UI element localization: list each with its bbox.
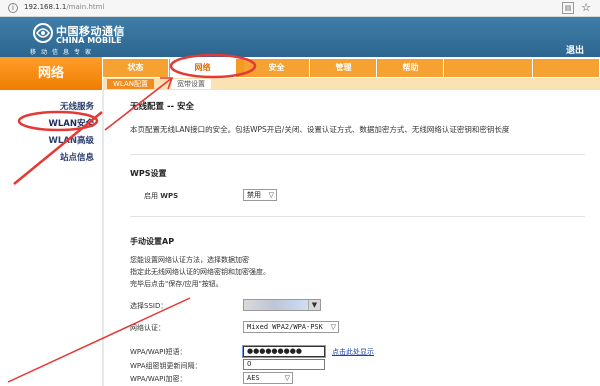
- main-tabs: 状态 网络 安全 管理 帮助: [103, 59, 600, 77]
- chevron-down-icon: ▼: [308, 300, 320, 310]
- chevron-down-icon: ▽: [268, 191, 274, 199]
- encryption-select[interactable]: AES ▽: [243, 372, 293, 384]
- url-host: 192.168.1.1: [24, 3, 67, 11]
- tab-status[interactable]: 状态: [103, 59, 169, 77]
- manual-ap-instruction-1: 您能设置网络认证方法，选择数据加密: [130, 256, 249, 264]
- wps-enable-value: 禁用: [247, 191, 261, 199]
- main-content: 无线配置 -- 安全 本页配置无线LAN接口的安全。包括WPS开启/关闭、设置认…: [110, 90, 600, 386]
- info-icon[interactable]: i: [8, 3, 18, 13]
- psk-password-input[interactable]: ●●●●●●●●●: [242, 345, 326, 358]
- manual-ap-instruction-2: 指定此无线网络认证的网络密钥和加密强度。: [130, 268, 270, 276]
- wps-enable-select[interactable]: 禁用 ▽: [243, 189, 277, 201]
- tab-spacer: [445, 59, 533, 77]
- section-title: 网络: [0, 57, 102, 90]
- auth-label: 网络认证：: [130, 324, 165, 332]
- divider: [130, 154, 585, 155]
- wps-enable-label: 启用 WPS: [144, 192, 179, 200]
- tab-help[interactable]: 帮助: [378, 59, 444, 77]
- brand-name-en: CHINA MOBILE: [56, 36, 122, 45]
- url-path: /main.html: [66, 3, 105, 11]
- tab-network[interactable]: 网络: [170, 59, 236, 77]
- divider: [130, 216, 585, 217]
- brand-slogan: 移动信息专家: [30, 49, 97, 56]
- browser-address-bar[interactable]: i 192.168.1.1/main.html ▤ ☆: [0, 0, 600, 17]
- sub-tabs: WLAN配置 宽带设置: [103, 78, 600, 90]
- ssid-select[interactable]: ▼: [243, 299, 321, 311]
- subtab-broadband[interactable]: 宽带设置: [171, 79, 211, 89]
- logout-link[interactable]: 退出: [566, 43, 584, 56]
- psk-label: WPA/WAPI短语：: [130, 348, 187, 356]
- auth-value: Mixed WPA2/WPA-PSK: [247, 323, 323, 331]
- sidebar-item-wlan-advanced[interactable]: WLAN高级: [49, 134, 94, 146]
- encryption-label: WPA/WAPI加密：: [130, 375, 187, 383]
- sidebar-item-wireless-service[interactable]: 无线服务: [60, 100, 94, 112]
- sidebar: 无线服务 WLAN安全 WLAN高级 站点信息: [0, 90, 104, 386]
- manual-ap-heading: 手动设置AP: [130, 237, 175, 246]
- rekey-interval-label: WPA组密钥更新间隔：: [130, 362, 202, 370]
- chevron-down-icon: ▽: [284, 374, 290, 382]
- rekey-interval-input[interactable]: 0: [243, 359, 325, 370]
- url-text[interactable]: 192.168.1.1/main.html: [24, 3, 104, 11]
- tab-management[interactable]: 管理: [311, 59, 377, 77]
- sidebar-item-station-info[interactable]: 站点信息: [60, 151, 94, 163]
- sidebar-item-wlan-security[interactable]: WLAN安全: [49, 117, 94, 129]
- star-icon[interactable]: ☆: [581, 1, 591, 15]
- page-title: 无线配置 -- 安全: [130, 102, 194, 112]
- top-navigation: 网络 状态 网络 安全 管理 帮助 WLAN配置 宽带设置: [0, 57, 600, 90]
- show-password-link[interactable]: 点击此处显示: [332, 347, 374, 357]
- page-description: 本页配置无线LAN接口的安全。包括WPS开启/关闭、设置认证方式、数据加密方式、…: [130, 125, 510, 134]
- encryption-value: AES: [247, 374, 260, 382]
- wps-heading: WPS设置: [130, 169, 167, 178]
- page-header: 中国移动通信 CHINA MOBILE 移动信息专家 退出: [0, 17, 600, 57]
- subtab-wlan-config[interactable]: WLAN配置: [107, 79, 155, 89]
- auth-select[interactable]: Mixed WPA2/WPA-PSK ▽: [243, 321, 339, 333]
- tab-security[interactable]: 安全: [244, 59, 310, 77]
- tab-spacer-2: [534, 59, 600, 77]
- manual-ap-instruction-3: 完毕后点击"保存/应用"按钮。: [130, 280, 223, 288]
- ssid-label: 选择SSID：: [130, 302, 168, 310]
- reader-mode-icon[interactable]: ▤: [562, 2, 574, 14]
- china-mobile-logo: 中国移动通信 CHINA MOBILE 移动信息专家: [26, 19, 126, 56]
- chevron-down-icon: ▽: [330, 323, 336, 331]
- china-mobile-logo-icon: [33, 23, 53, 43]
